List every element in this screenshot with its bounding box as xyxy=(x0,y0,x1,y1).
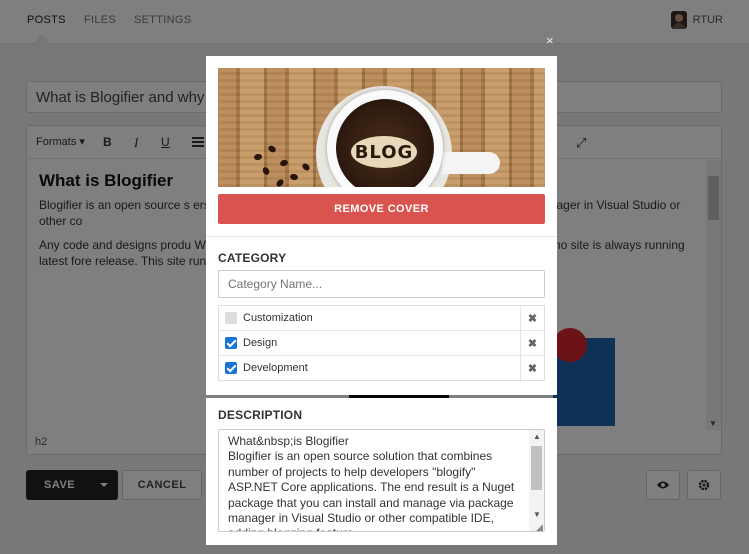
scroll-down-icon[interactable]: ▼ xyxy=(533,510,541,519)
category-name: Development xyxy=(243,362,308,374)
cover-image: BLOG xyxy=(218,68,545,187)
description-panel: DESCRIPTION What&nbsp;is Blogifier Blogi… xyxy=(206,398,557,545)
delete-category-icon[interactable]: ✖ xyxy=(520,356,544,380)
description-textarea[interactable]: What&nbsp;is Blogifier Blogifier is an o… xyxy=(218,429,545,532)
scroll-up-icon[interactable]: ▲ xyxy=(533,432,541,441)
category-name: Design xyxy=(243,337,278,349)
scrollbar-thumb[interactable] xyxy=(531,446,542,490)
delete-category-icon[interactable]: ✖ xyxy=(520,306,544,330)
category-label: CATEGORY xyxy=(218,251,287,265)
category-name-input[interactable] xyxy=(218,270,545,298)
category-item[interactable]: Design ✖ xyxy=(219,331,544,356)
close-icon[interactable]: × xyxy=(546,34,554,47)
category-list: Customization ✖ Design ✖ Development ✖ xyxy=(218,305,545,381)
cover-logo-text: BLOG xyxy=(349,134,419,170)
category-item[interactable]: Customization ✖ xyxy=(219,306,544,331)
remove-cover-button[interactable]: REMOVE COVER xyxy=(218,194,545,224)
category-checkbox[interactable] xyxy=(225,337,237,349)
category-item[interactable]: Development ✖ xyxy=(219,356,544,381)
category-checkbox[interactable] xyxy=(225,312,237,324)
category-checkbox[interactable] xyxy=(225,362,237,374)
category-name: Customization xyxy=(243,312,313,324)
post-settings-panel: BLOG REMOVE COVER CATEGORY Customization… xyxy=(206,56,557,395)
description-label: DESCRIPTION xyxy=(218,408,303,422)
description-scrollbar[interactable]: ▲ ▼ xyxy=(529,430,544,531)
delete-category-icon[interactable]: ✖ xyxy=(520,331,544,355)
resize-handle-icon[interactable]: ◢ xyxy=(536,522,543,533)
